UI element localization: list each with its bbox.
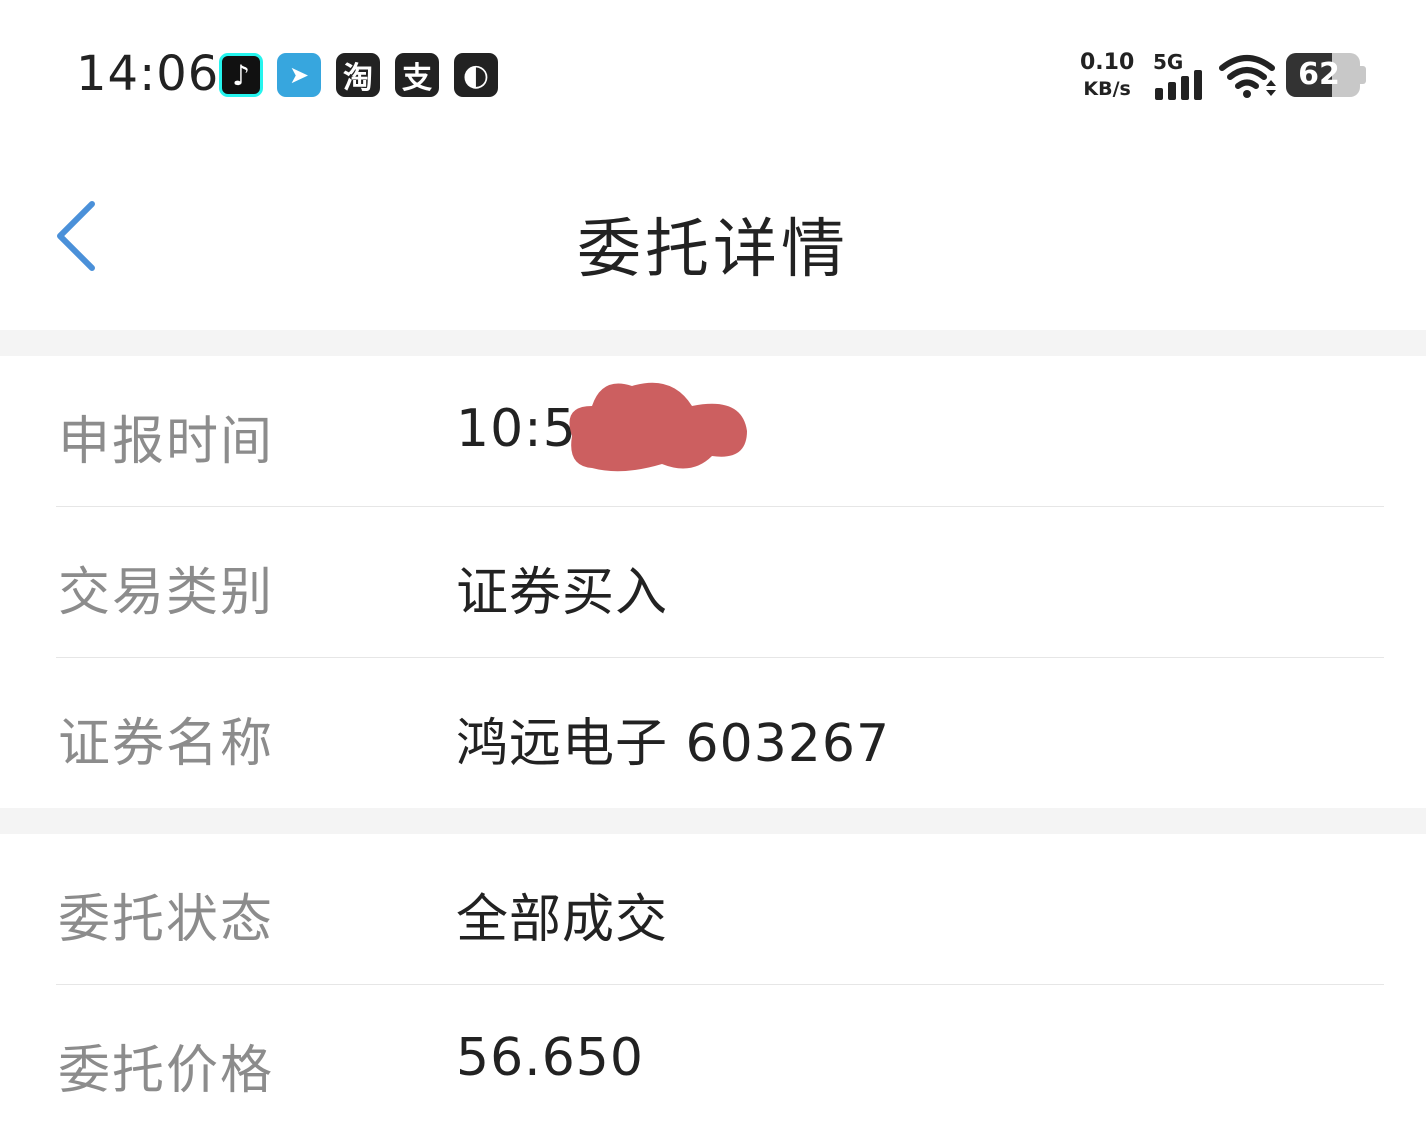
status-bar: 14:06 ♪ ➤ 淘 支 ◐ 0.10 KB/s 5G 62 bbox=[0, 0, 1426, 150]
detail-row-security-name: 证券名称 鸿远电子 603267 bbox=[56, 658, 1384, 808]
detail-label: 委托状态 bbox=[58, 890, 275, 950]
detail-value: 全部成交 bbox=[456, 890, 669, 950]
detail-row-order-status: 委托状态 全部成交 bbox=[56, 834, 1384, 985]
battery-tip bbox=[1360, 66, 1366, 84]
battery-level: 62 bbox=[1298, 57, 1340, 92]
taobao-icon: 淘 bbox=[336, 53, 380, 97]
detail-row-trade-type: 交易类别 证券买入 bbox=[56, 507, 1384, 658]
section-divider bbox=[0, 808, 1426, 834]
status-time: 14:06 bbox=[76, 46, 220, 102]
nav-bar: 委托详情 bbox=[0, 150, 1426, 330]
network-speed: 0.10 KB/s bbox=[1080, 50, 1134, 102]
detail-label: 委托价格 bbox=[58, 1041, 275, 1101]
detail-label: 证券名称 bbox=[58, 714, 275, 774]
page-title: 委托详情 bbox=[577, 213, 849, 287]
alipay-icon: 支 bbox=[395, 53, 439, 97]
detail-value: 证券买入 bbox=[456, 563, 669, 623]
network-speed-unit: KB/s bbox=[1083, 78, 1131, 100]
redaction-mark bbox=[569, 382, 747, 472]
detail-label: 申报时间 bbox=[58, 412, 275, 472]
detail-value: 鸿远电子 603267 bbox=[456, 714, 891, 774]
section-divider bbox=[0, 330, 1426, 356]
detail-value: 56.650 bbox=[456, 1028, 644, 1088]
battery-icon: 62 bbox=[1286, 53, 1360, 97]
telegram-icon: ➤ bbox=[277, 53, 321, 97]
browser-icon: ◐ bbox=[454, 53, 498, 97]
signal-strength-icon bbox=[1155, 68, 1207, 100]
tiktok-icon: ♪ bbox=[219, 53, 263, 97]
network-speed-value: 0.10 bbox=[1080, 50, 1135, 75]
detail-row-order-price: 委托价格 56.650 bbox=[56, 985, 1384, 1135]
wifi-icon bbox=[1219, 55, 1276, 98]
detail-label: 交易类别 bbox=[58, 563, 275, 623]
